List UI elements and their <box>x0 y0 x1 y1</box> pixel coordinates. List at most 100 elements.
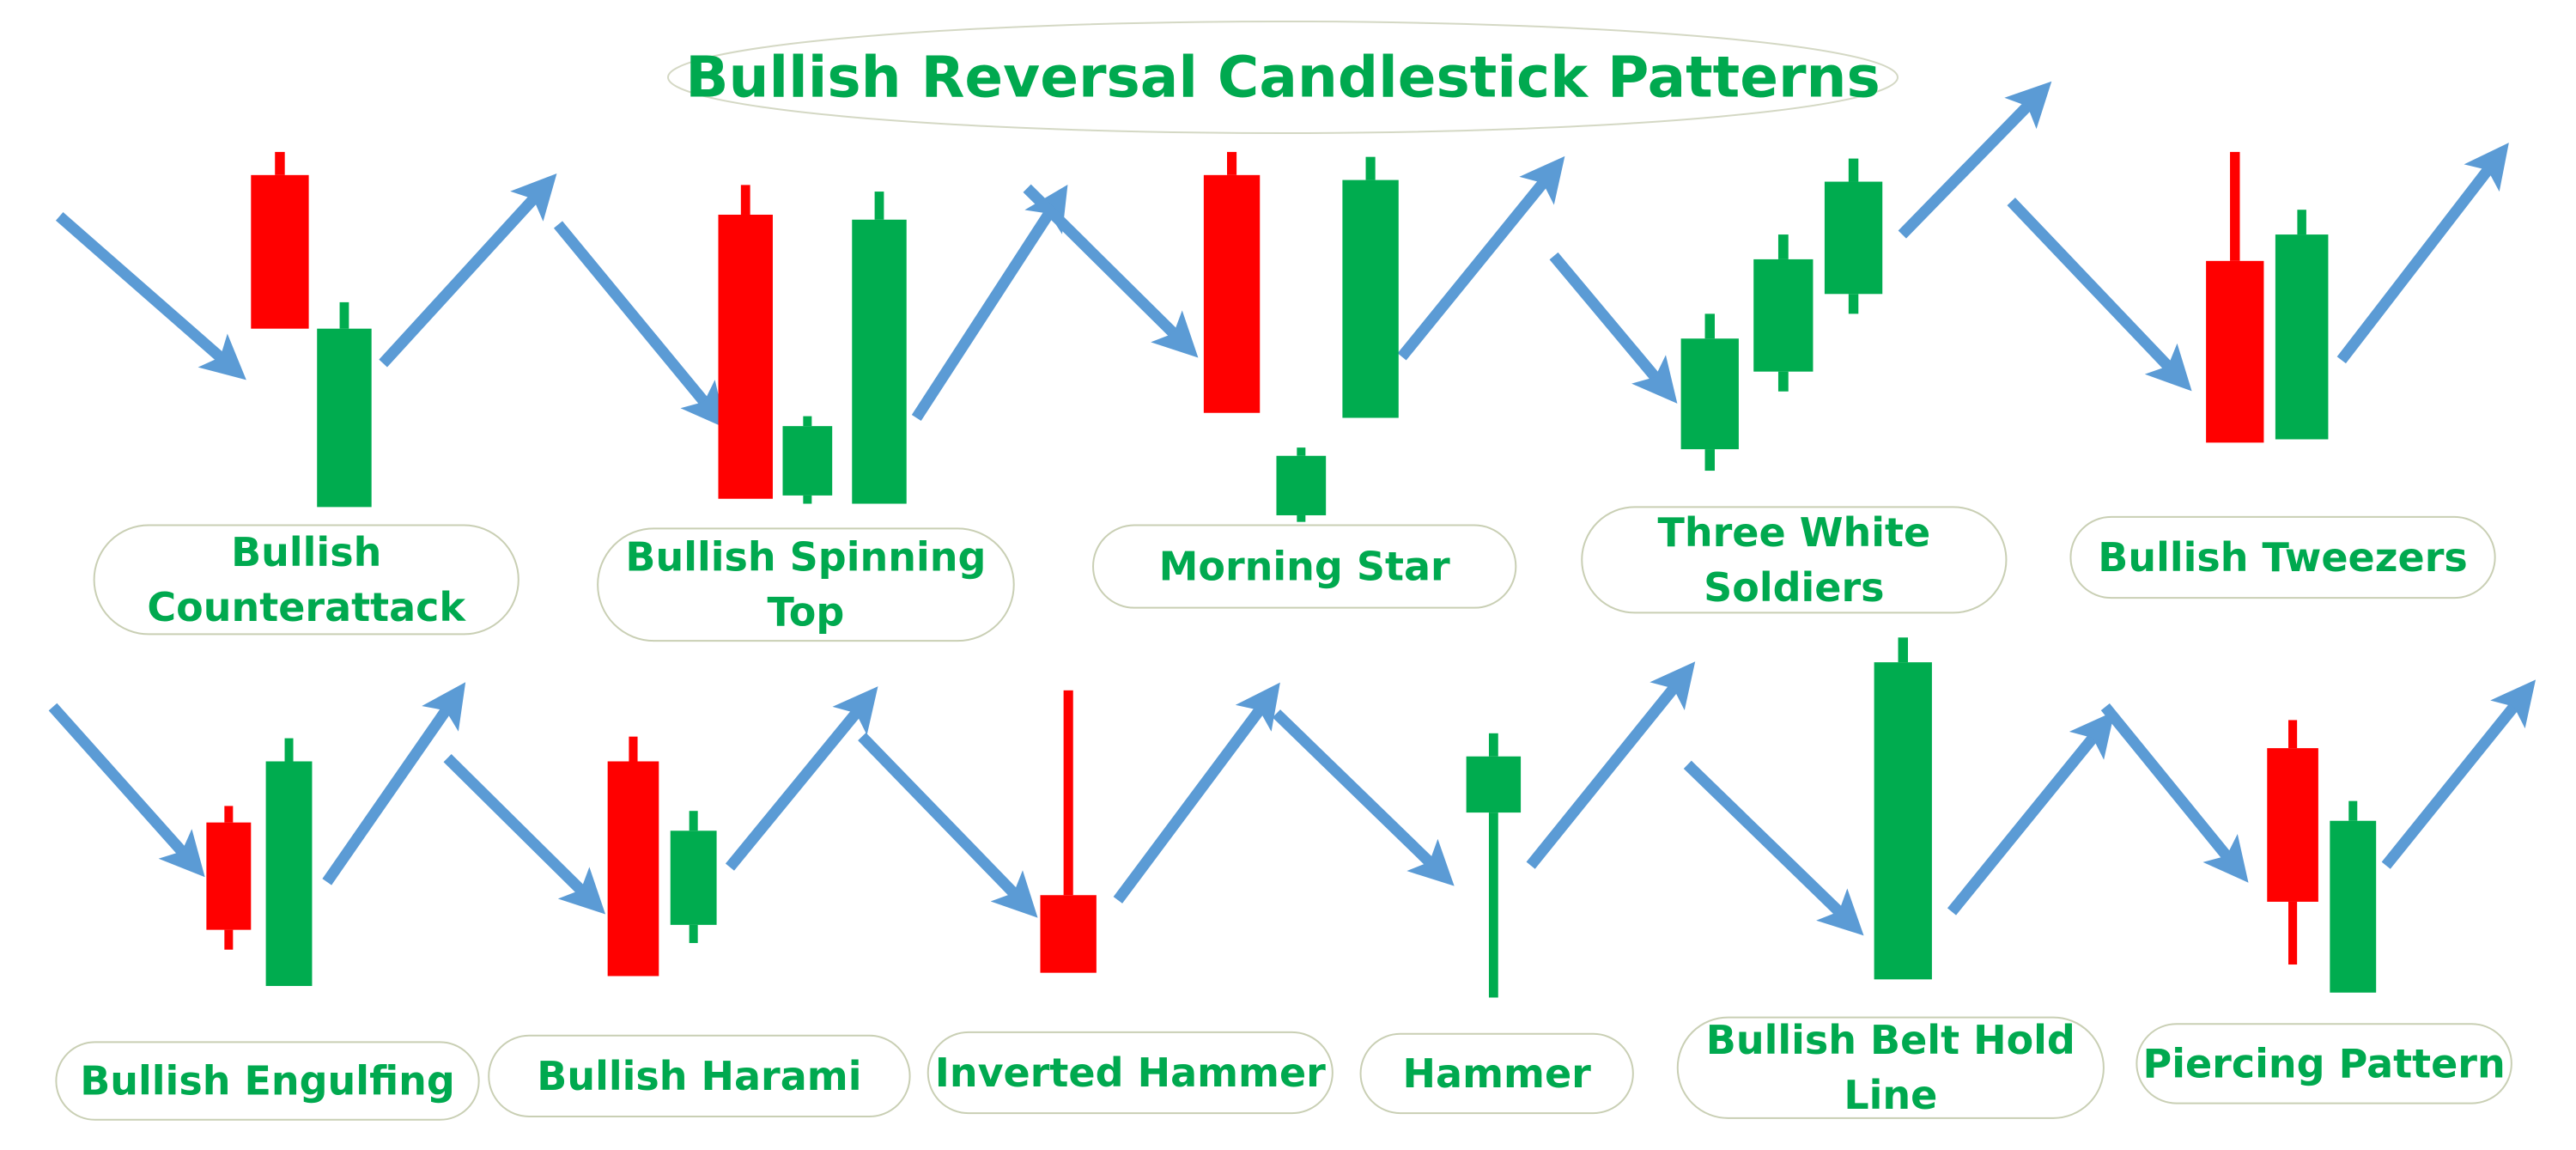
trend-down-arrow-icon <box>2100 703 2249 883</box>
candle-bearish <box>1040 690 1097 973</box>
trend-up-arrow-icon <box>1113 682 1280 904</box>
pattern-label-text: Piercing Pattern <box>2143 1040 2506 1086</box>
pattern-label-text: Bullish Spinning <box>625 534 986 581</box>
pattern-three-white-soldiers: Three White Soldiers <box>1549 81 2052 614</box>
trend-down-arrow-icon <box>1272 709 1455 886</box>
upper-wick <box>1848 158 1859 182</box>
patterns-layer: Bullish Counterattack Bullish Spinning Top M… <box>48 81 2537 1121</box>
candle-body <box>2206 260 2264 443</box>
lower-wick <box>689 924 698 944</box>
candle-bullish <box>1753 234 1814 392</box>
pattern-label-text: Line <box>1844 1072 1937 1118</box>
trend-up-arrow-icon <box>2381 679 2537 869</box>
candle-bullish <box>265 738 313 987</box>
upper-wick <box>1365 156 1376 180</box>
candle-body <box>251 174 309 329</box>
pattern-label-text: Bullish Harami <box>537 1053 861 1099</box>
upper-wick <box>284 738 294 762</box>
candle-body <box>1466 756 1522 813</box>
lower-wick <box>1848 294 1859 314</box>
candle-bearish <box>206 806 252 950</box>
pattern-bullish-counterattack: Bullish Counterattack <box>55 151 557 636</box>
upper-wick <box>339 301 349 329</box>
trend-down-arrow-icon <box>1023 184 1199 358</box>
upper-wick <box>1063 690 1073 896</box>
pattern-bullish-spinning-top: Bullish Spinning Top <box>553 184 1068 642</box>
trend-up-arrow-icon <box>911 184 1068 422</box>
pattern-hammer: Hammer <box>1272 661 1696 1115</box>
upper-wick <box>2288 720 2298 749</box>
upper-wick <box>2297 210 2306 235</box>
upper-wick <box>1488 733 1498 757</box>
trend-up-arrow-icon <box>1526 661 1696 869</box>
candle-bearish <box>251 151 309 329</box>
pattern-piercing-pattern: Piercing Pattern <box>2100 679 2537 1104</box>
candle-body <box>1276 455 1327 515</box>
pattern-bullish-harami: Bullish Harami <box>443 686 911 1117</box>
trend-up-arrow-icon <box>1947 710 2115 916</box>
upper-wick <box>1777 234 1789 259</box>
pattern-bullish-tweezers: Bullish Tweezers <box>2007 143 2509 599</box>
candle-bearish <box>2206 151 2264 443</box>
lower-wick <box>1777 371 1789 392</box>
candle-bullish <box>852 192 907 504</box>
pattern-bullish-engulfing: Bullish Engulfing <box>48 682 480 1121</box>
pattern-label-text: Three White <box>1658 509 1931 556</box>
candle-body <box>852 219 907 504</box>
upper-wick <box>2230 151 2240 261</box>
pattern-morning-star: Morning Star <box>1023 151 1565 609</box>
pattern-label-text: Morning Star <box>1159 544 1450 590</box>
trend-up-arrow-icon <box>2336 143 2509 364</box>
trend-up-arrow-icon <box>379 173 557 368</box>
bullish-reversal-infographic: Bullish Reversal Candlestick Patterns Bu… <box>48 21 2537 1121</box>
trend-down-arrow-icon <box>553 221 726 429</box>
candle-body <box>718 214 773 499</box>
trend-down-arrow-icon <box>55 212 246 380</box>
candle-bullish <box>1466 733 1522 998</box>
pattern-label-text: Hammer <box>1403 1050 1592 1097</box>
upper-wick <box>803 416 812 427</box>
candle-body <box>1342 179 1399 418</box>
lower-wick <box>803 495 812 504</box>
lower-wick <box>224 929 234 950</box>
candle-bullish <box>317 301 372 508</box>
trend-down-arrow-icon <box>48 703 205 878</box>
candle-body <box>2330 820 2377 993</box>
lower-wick <box>1704 449 1715 472</box>
lower-wick <box>1488 812 1498 998</box>
pattern-label-text: Counterattack <box>147 584 466 630</box>
candle-bullish <box>1680 313 1739 472</box>
trend-down-arrow-icon <box>2007 198 2192 392</box>
pattern-label-text: Soldiers <box>1704 564 1884 611</box>
candle-bullish <box>670 811 717 944</box>
upper-wick <box>1704 313 1715 339</box>
upper-wick <box>224 806 234 823</box>
candle-bearish <box>718 185 773 499</box>
pattern-inverted-hammer: Inverted Hammer <box>858 682 1334 1115</box>
candle-bullish <box>1276 447 1327 522</box>
trend-up-arrow-icon <box>1397 155 1565 361</box>
trend-down-arrow-icon <box>443 754 606 915</box>
candle-body <box>1040 895 1097 973</box>
pattern-label-text: Inverted Hammer <box>935 1050 1326 1096</box>
candle-body <box>782 426 833 496</box>
lower-wick <box>1297 514 1306 522</box>
pattern-label-text: Bullish <box>231 529 381 575</box>
candle-bullish <box>1342 156 1399 418</box>
candle-body <box>607 761 659 977</box>
candle-body <box>265 761 313 987</box>
candle-bearish <box>1203 151 1261 413</box>
upper-wick <box>689 811 698 831</box>
candle-body <box>1203 174 1261 413</box>
upper-wick <box>275 151 285 175</box>
candle-bullish <box>1874 637 1932 980</box>
pattern-bullish-belt-hold-line: Bullish Belt Hold Line <box>1676 637 2115 1119</box>
upper-wick <box>2348 800 2358 821</box>
pattern-label-text: Bullish Tweezers <box>2098 534 2468 581</box>
candle-bullish <box>2330 800 2377 993</box>
title-banner: Bullish Reversal Candlestick Patterns <box>667 21 1899 134</box>
upper-wick <box>629 736 638 762</box>
candle-bearish <box>2267 720 2318 965</box>
candle-bullish <box>782 416 833 504</box>
candle-body <box>1753 259 1814 372</box>
